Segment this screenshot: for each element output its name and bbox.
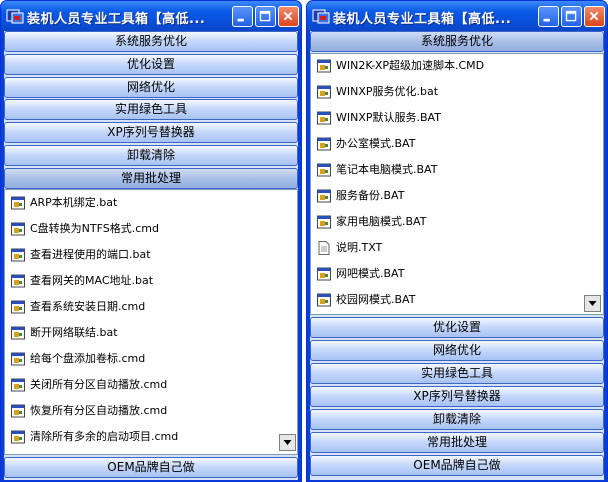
file-list[interactable]: WIN2K-XP超级加速脚本.CMD WINXP服务优化.bat WINXP默认… <box>310 53 604 315</box>
bat-file-icon <box>317 215 331 229</box>
minimize-button[interactable] <box>538 6 559 27</box>
item-label: 办公室模式.BAT <box>336 137 416 150</box>
category-uninstall[interactable]: 卸载清除 <box>4 145 298 166</box>
bat-file-icon <box>11 300 25 314</box>
maximize-button[interactable] <box>561 6 582 27</box>
bat-file-icon <box>317 137 331 151</box>
item-label: C盘转换为NTFS格式.cmd <box>30 222 159 235</box>
window-client-area: 系统服务优化 优化设置 网络优化 实用绿色工具 XP序列号替换器 卸载清除 常用… <box>4 31 298 480</box>
bat-file-icon <box>11 352 25 366</box>
category-uninstall[interactable]: 卸载清除 <box>310 409 604 430</box>
category-batch-active[interactable]: 常用批处理 <box>4 168 298 189</box>
window-title: 装机人员专业工具箱【高低... <box>27 12 206 27</box>
toolbox-window-right: 装机人员专业工具箱【高低... 系统服务优化 WIN2K-XP超级加速脚本.CM… <box>306 0 608 482</box>
close-icon <box>589 11 599 21</box>
window-client-area: 系统服务优化 WIN2K-XP超级加速脚本.CMD WINXP服务优化.bat … <box>310 31 604 480</box>
bat-file-icon <box>317 111 331 125</box>
item-label: 给每个盘添加卷标.cmd <box>30 352 146 365</box>
bat-file-icon <box>11 404 25 418</box>
bat-file-icon <box>11 274 25 288</box>
item-label: 校园网模式.BAT <box>336 293 416 306</box>
chevron-down-icon <box>588 301 597 306</box>
item-label: 查看进程使用的端口.bat <box>30 248 151 261</box>
item-label: 查看网关的MAC地址.bat <box>30 274 154 287</box>
bat-file-icon <box>11 430 25 444</box>
item-label: WIN2K-XP超级加速脚本.CMD <box>336 59 485 72</box>
category-xp-serial[interactable]: XP序列号替换器 <box>4 122 298 143</box>
window-title: 装机人员专业工具箱【高低... <box>333 12 512 27</box>
minimize-icon <box>237 18 244 22</box>
scroll-down-button[interactable] <box>279 434 296 451</box>
text-file-icon <box>318 241 330 255</box>
bat-file-icon <box>317 267 331 281</box>
item-label: 家用电脑模式.BAT <box>336 215 427 228</box>
bat-file-icon <box>317 163 331 177</box>
category-green-tools[interactable]: 实用绿色工具 <box>310 363 604 384</box>
toolbox-window-left: 装机人员专业工具箱【高低... 系统服务优化 优化设置 网络优化 实用绿色工具 … <box>0 0 302 482</box>
item-label: 恢复所有分区自动播放.cmd <box>30 404 168 417</box>
category-network[interactable]: 网络优化 <box>310 340 604 361</box>
maximize-button[interactable] <box>255 6 276 27</box>
item-label: 关闭所有分区自动播放.cmd <box>30 378 168 391</box>
bat-file-icon <box>11 196 25 210</box>
bat-file-icon <box>317 85 331 99</box>
file-list[interactable]: ARP本机绑定.bat C盘转换为NTFS格式.cmd 查看进程使用的端口.ba… <box>4 189 298 455</box>
bat-file-icon <box>11 378 25 392</box>
item-label: 网吧模式.BAT <box>336 267 405 280</box>
category-xp-serial[interactable]: XP序列号替换器 <box>310 386 604 407</box>
bat-file-icon <box>11 248 25 262</box>
maximize-icon <box>259 10 271 22</box>
maximize-icon <box>565 10 577 22</box>
scroll-down-button[interactable] <box>584 295 601 312</box>
category-oem[interactable]: OEM品牌自己做 <box>4 457 298 478</box>
category-system-service[interactable]: 系统服务优化 <box>4 31 298 52</box>
item-label: 清除所有多余的启动项目.cmd <box>30 430 179 443</box>
app-icon <box>312 9 330 24</box>
item-label: 服务备份.BAT <box>336 189 405 202</box>
item-label: WINXP服务优化.bat <box>336 85 439 98</box>
category-optimize-settings[interactable]: 优化设置 <box>310 317 604 338</box>
category-batch[interactable]: 常用批处理 <box>310 432 604 453</box>
category-optimize-settings[interactable]: 优化设置 <box>4 54 298 75</box>
close-button[interactable] <box>584 6 605 27</box>
item-label: 断开网络联结.bat <box>30 326 118 339</box>
bat-file-icon <box>317 189 331 203</box>
minimize-button[interactable] <box>232 6 253 27</box>
item-label: ARP本机绑定.bat <box>30 196 118 209</box>
item-label: WINXP默认服务.BAT <box>336 111 441 124</box>
title-bar[interactable]: 装机人员专业工具箱【高低... <box>307 1 607 31</box>
app-icon <box>6 9 24 24</box>
bat-file-icon <box>317 293 331 307</box>
item-label: 查看系统安装日期.cmd <box>30 300 146 313</box>
bat-file-icon <box>11 222 25 236</box>
minimize-icon <box>543 18 550 22</box>
title-bar[interactable]: 装机人员专业工具箱【高低... <box>1 1 301 31</box>
category-network[interactable]: 网络优化 <box>4 77 298 98</box>
item-label: 笔记本电脑模式.BAT <box>336 163 438 176</box>
category-green-tools[interactable]: 实用绿色工具 <box>4 99 298 120</box>
bat-file-icon <box>317 59 331 73</box>
close-icon <box>283 11 293 21</box>
item-label: 说明.TXT <box>336 241 383 254</box>
category-system-service-active[interactable]: 系统服务优化 <box>310 31 604 52</box>
bat-file-icon <box>11 326 25 340</box>
close-button[interactable] <box>278 6 299 27</box>
chevron-down-icon <box>283 440 292 445</box>
category-oem[interactable]: OEM品牌自己做 <box>310 455 604 476</box>
